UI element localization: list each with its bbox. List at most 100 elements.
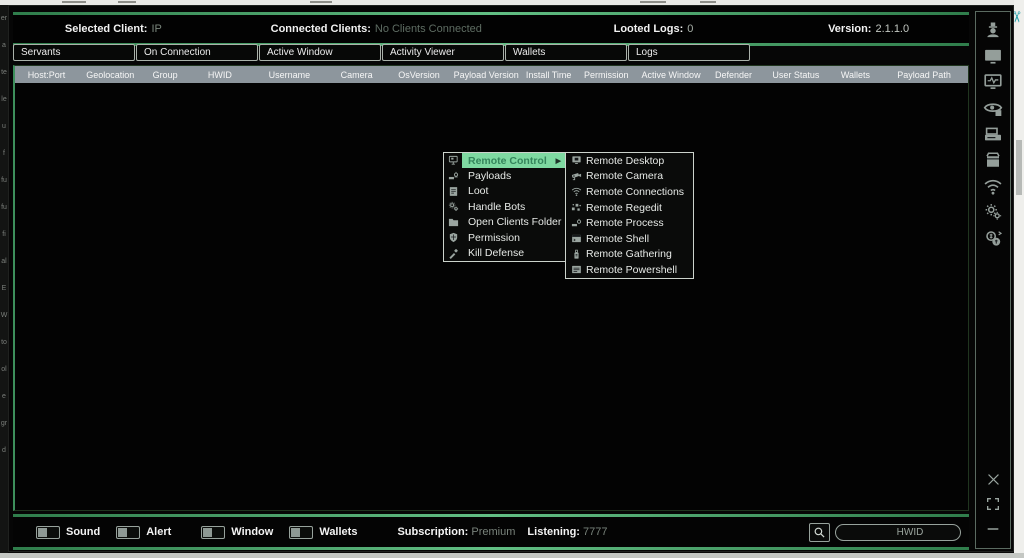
background-scrollbar	[1016, 140, 1022, 195]
remote-powershell-icon	[566, 264, 586, 275]
remote-control-icon	[444, 153, 462, 168]
settings-gears-icon[interactable]	[982, 203, 1004, 221]
menu-item-label: Remote Control	[468, 155, 547, 167]
remote-desktop-icon	[566, 155, 586, 166]
activity-monitor-icon[interactable]	[982, 73, 1004, 91]
col-host-port: Host:Port	[15, 70, 78, 80]
shield-icon	[444, 230, 462, 245]
col-install-time: Install Time	[521, 70, 576, 80]
remote-gathering-icon	[566, 249, 586, 260]
col-wallets: Wallets	[831, 70, 881, 80]
col-user-status: User Status	[761, 70, 831, 80]
subscription-label: Subscription:	[397, 526, 468, 538]
remote-shell-icon	[566, 233, 586, 244]
submenu-item-remote-regedit[interactable]: Remote Regedit	[566, 200, 693, 216]
remote-control-submenu: Remote Desktop Remote Camera Remote Conn…	[565, 152, 694, 279]
connected-clients-value: No Clients Connected	[375, 23, 482, 35]
subscription-value: Premium	[471, 526, 515, 538]
col-permission: Permission	[576, 70, 636, 80]
col-camera: Camera	[327, 70, 387, 80]
alert-checkbox[interactable]	[116, 526, 140, 539]
remote-regedit-icon	[566, 202, 586, 213]
col-username: Username	[252, 70, 326, 80]
search-icon	[813, 526, 826, 539]
desktop-bottom-strip	[0, 553, 1024, 558]
keylogger-icon[interactable]	[982, 125, 1004, 143]
menu-item-remote-control[interactable]: Remote Control ▶	[444, 153, 565, 168]
hwid-search-pill	[835, 524, 961, 541]
connected-clients-stat: Connected Clients: No Clients Connected	[214, 23, 539, 35]
crypto-exchange-icon[interactable]	[982, 229, 1004, 247]
submenu-item-remote-connections[interactable]: Remote Connections	[566, 184, 693, 200]
desktop-screen: erateleuffufufialEWtoolegrd ✂ Selected C…	[0, 0, 1024, 558]
spy-icon[interactable]	[982, 21, 1004, 39]
fullscreen-icon[interactable]	[982, 495, 1004, 513]
tab-activity-viewer[interactable]: Activity Viewer	[382, 44, 504, 61]
checkbox-check	[118, 528, 127, 537]
looted-logs-value: 0	[687, 23, 693, 35]
remote-process-icon	[566, 218, 586, 229]
tab-logs[interactable]: Logs	[628, 44, 750, 61]
menu-item-payloads[interactable]: Payloads	[444, 168, 565, 183]
app-window: Selected Client: IP Connected Clients: N…	[8, 5, 1014, 552]
window-checkbox-group: Window	[201, 526, 273, 539]
loot-icon	[444, 184, 462, 199]
status-topbar: Selected Client: IP Connected Clients: N…	[13, 12, 969, 46]
menu-item-label: Kill Defense	[468, 247, 524, 259]
submenu-item-remote-process[interactable]: Remote Process	[566, 215, 693, 231]
alert-checkbox-group: Alert	[116, 526, 171, 539]
selected-client-value: IP	[151, 23, 161, 35]
hidden-desktop-eye-icon[interactable]	[982, 99, 1004, 117]
hwid-search-input[interactable]	[844, 527, 976, 538]
col-defender: Defender	[706, 70, 761, 80]
menu-item-open-clients-folder[interactable]: Open Clients Folder	[444, 215, 565, 230]
remote-camera-icon	[566, 171, 586, 182]
version-label: Version:	[828, 23, 871, 35]
tab-wallets[interactable]: Wallets	[505, 44, 627, 61]
submenu-item-remote-desktop[interactable]: Remote Desktop	[566, 153, 693, 169]
wallets-checkbox[interactable]	[289, 526, 313, 539]
tab-active-window[interactable]: Active Window	[259, 44, 381, 61]
remote-connections-icon	[566, 186, 586, 197]
clients-package-icon[interactable]	[982, 151, 1004, 169]
tab-bar: Servants On Connection Active Window Act…	[13, 44, 750, 63]
window-checkbox[interactable]	[201, 526, 225, 539]
clients-table: Host:Port Geolocation Group HWID Usernam…	[13, 65, 969, 511]
selected-client-label: Selected Client:	[65, 23, 148, 35]
looted-logs-stat: Looted Logs: 0	[539, 23, 768, 35]
wallets-label: Wallets	[319, 526, 357, 538]
subscription-stat: Subscription: Premium	[397, 526, 515, 538]
desktop-left-strip: erateleuffufufialEWtoolegrd	[0, 5, 8, 558]
version-value: 2.1.1.0	[875, 23, 909, 35]
search-button[interactable]	[809, 523, 830, 542]
close-icon[interactable]	[982, 470, 1004, 488]
version-stat: Version: 2.1.1.0	[768, 23, 969, 35]
connections-wifi-icon[interactable]	[982, 177, 1004, 195]
submenu-item-remote-gathering[interactable]: Remote Gathering	[566, 247, 693, 263]
submenu-item-remote-camera[interactable]: Remote Camera	[566, 169, 693, 185]
clients-table-header: Host:Port Geolocation Group HWID Usernam…	[15, 66, 968, 83]
submenu-arrow-icon: ▶	[556, 157, 561, 165]
sound-checkbox[interactable]	[36, 526, 60, 539]
payloads-icon	[444, 168, 462, 183]
folder-icon	[444, 215, 462, 230]
submenu-item-remote-powershell[interactable]: Remote Powershell	[566, 262, 693, 278]
minimize-icon[interactable]	[982, 520, 1004, 538]
remote-desktop-icon[interactable]	[982, 47, 1004, 65]
bottom-bar: Sound Alert Window Wallets Subscription:…	[13, 514, 969, 550]
connected-clients-label: Connected Clients:	[271, 23, 371, 35]
checkbox-check	[38, 528, 47, 537]
tab-on-connection[interactable]: On Connection	[136, 44, 258, 61]
submenu-item-remote-shell[interactable]: Remote Shell	[566, 231, 693, 247]
menu-item-label: Payloads	[468, 170, 511, 182]
tab-servants[interactable]: Servants	[13, 44, 135, 61]
menu-item-handle-bots[interactable]: Handle Bots	[444, 199, 565, 214]
menu-item-kill-defense[interactable]: Kill Defense	[444, 245, 565, 260]
sound-label: Sound	[66, 526, 100, 538]
menu-item-permission[interactable]: Permission	[444, 230, 565, 245]
menu-item-label: Open Clients Folder	[468, 216, 561, 228]
listening-stat: Listening: 7777	[527, 526, 607, 538]
col-group: Group	[143, 70, 188, 80]
clients-table-body[interactable]	[15, 83, 968, 510]
menu-item-loot[interactable]: Loot	[444, 184, 565, 199]
